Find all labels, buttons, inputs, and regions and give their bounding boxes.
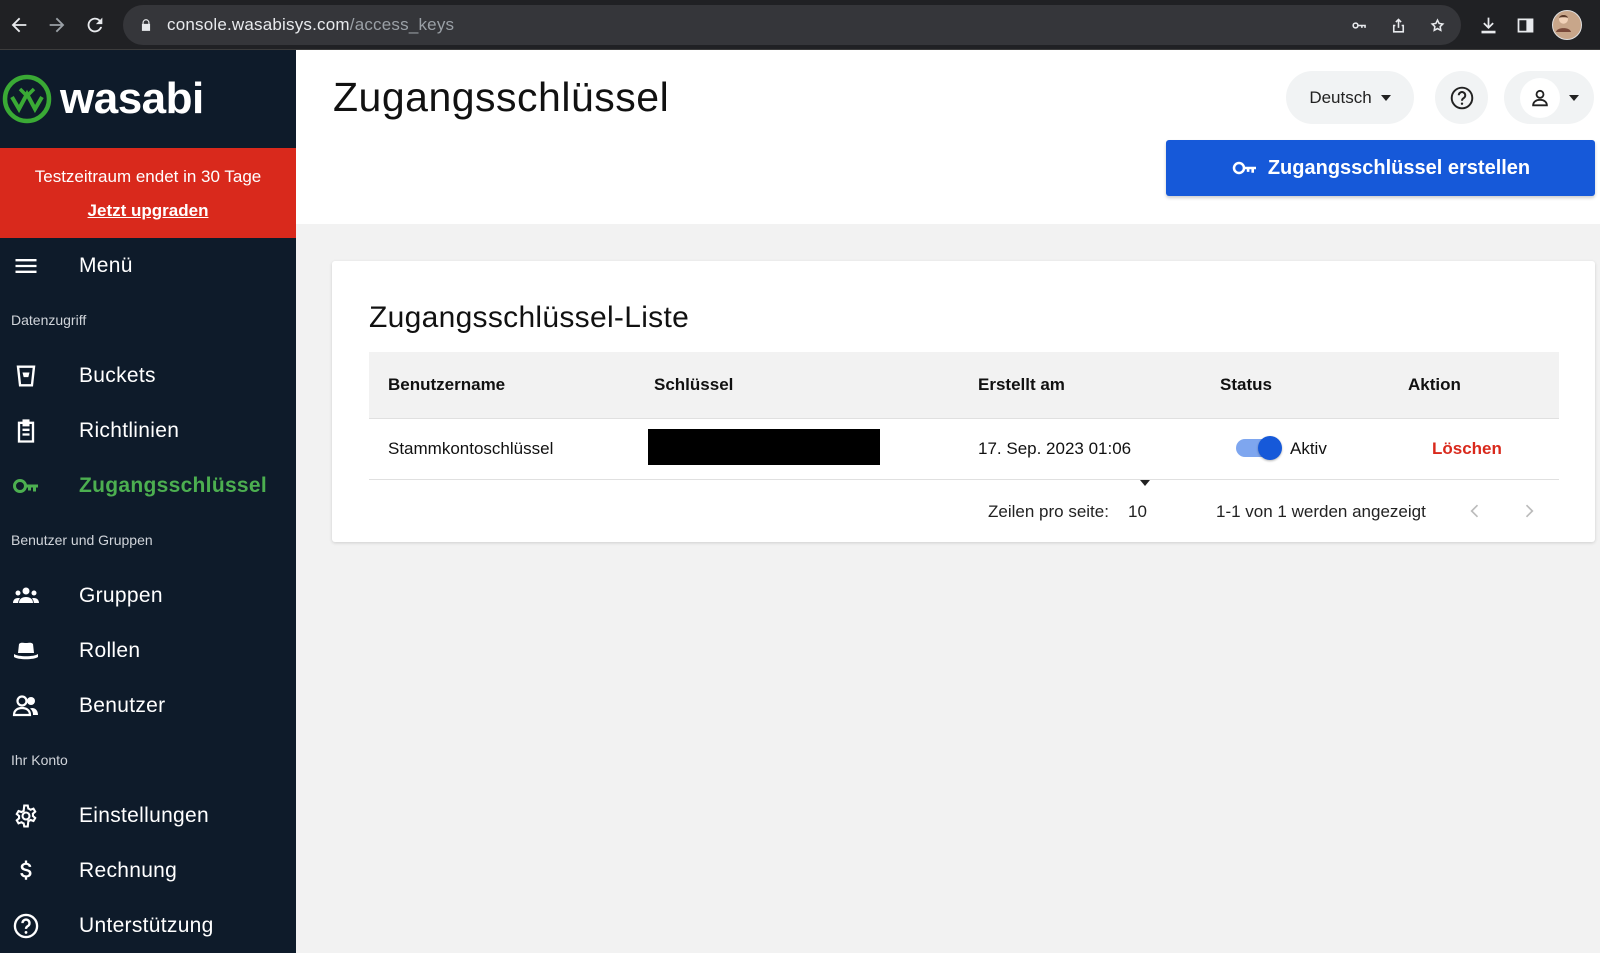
table-row: Stammkontoschlüssel 17. Sep. 2023 01:06 … — [369, 419, 1559, 480]
trial-banner: Testzeitraum endet in 30 Tage Jetzt upgr… — [0, 148, 296, 238]
column-header-key[interactable]: Schlüssel — [654, 352, 733, 418]
bucket-icon — [11, 361, 41, 391]
url-text: console.wasabisys.com/access_keys — [167, 15, 455, 34]
sidebar-item-access-keys[interactable]: Zugangsschlüssel — [0, 458, 296, 513]
section-label-account: Ihr Konto — [11, 752, 68, 768]
lock-icon — [139, 18, 157, 32]
language-select[interactable]: Deutsch — [1286, 71, 1414, 124]
cell-created: 17. Sep. 2023 01:06 — [978, 439, 1132, 458]
pagination: Zeilen pro seite: 10 1-1 von 1 werden an… — [369, 480, 1559, 543]
access-key-list-card: Zugangsschlüssel-Liste Benutzername Schl… — [332, 261, 1595, 542]
download-icon[interactable] — [1478, 15, 1499, 36]
create-access-key-button[interactable]: Zugangsschlüssel erstellen — [1166, 140, 1595, 196]
groups-icon — [11, 581, 41, 611]
status-toggle[interactable] — [1236, 436, 1282, 460]
wasabi-logo[interactable]: wasabi — [0, 50, 296, 148]
upgrade-link[interactable]: Jetzt upgraden — [88, 201, 209, 221]
section-label-data-access: Datenzugriff — [11, 312, 87, 328]
access-key-table: Benutzername Schlüssel Erstellt am Statu… — [369, 352, 1559, 543]
dollar-icon — [11, 856, 41, 886]
hat-icon — [11, 636, 41, 666]
caret-down-icon — [1568, 94, 1579, 101]
cell-username: Stammkontoschlüssel — [388, 439, 554, 458]
arrow-right-icon — [49, 17, 65, 32]
cell-status: Aktiv — [1290, 439, 1327, 458]
menu-toggle[interactable]: Menü — [0, 238, 296, 293]
help-icon — [11, 911, 41, 941]
users-icon — [11, 691, 41, 721]
gear-icon — [11, 801, 41, 831]
key-icon — [1232, 161, 1256, 175]
address-bar[interactable]: console.wasabisys.com/access_keys — [123, 5, 1461, 45]
delete-link[interactable]: Löschen — [1432, 419, 1502, 479]
password-key-icon[interactable] — [1350, 16, 1369, 35]
reload-button[interactable] — [76, 6, 114, 44]
page-header: Zugangsschlüssel Deutsch Zugangsschlüsse… — [296, 50, 1600, 224]
help-circle-icon — [1450, 86, 1473, 109]
hamburger-icon — [11, 251, 41, 281]
forward-button[interactable] — [38, 6, 76, 44]
sidebar: wasabi Testzeitraum endet in 30 Tage Jet… — [0, 50, 296, 953]
sidebar-item-users[interactable]: Benutzer — [0, 678, 296, 733]
wasabi-wordmark: wasabi — [60, 74, 204, 123]
reload-icon — [87, 17, 103, 32]
chevron-right-icon[interactable] — [1519, 501, 1539, 521]
caret-down-icon — [1380, 94, 1391, 101]
sidebar-item-groups[interactable]: Gruppen — [0, 568, 296, 623]
sidebar-item-billing[interactable]: Rechnung — [0, 843, 296, 898]
sidebar-panel-icon[interactable] — [1515, 15, 1536, 36]
sidebar-item-policies[interactable]: Richtlinien — [0, 403, 296, 458]
table-header: Benutzername Schlüssel Erstellt am Statu… — [369, 352, 1559, 419]
caret-down-icon — [1140, 480, 1150, 486]
column-header-created[interactable]: Erstellt am — [978, 352, 1065, 418]
column-header-username[interactable]: Benutzername — [388, 352, 505, 418]
arrow-left-icon — [11, 17, 27, 32]
share-icon[interactable] — [1389, 16, 1408, 35]
trial-text: Testzeitraum endet in 30 Tage — [34, 167, 262, 186]
cell-key-redacted — [648, 429, 880, 465]
wasabi-logo-icon — [2, 74, 52, 124]
user-icon — [1531, 89, 1548, 106]
help-button[interactable] — [1435, 71, 1488, 124]
profile-avatar[interactable] — [1552, 10, 1582, 40]
sidebar-item-settings[interactable]: Einstellungen — [0, 788, 296, 843]
sidebar-item-buckets[interactable]: Buckets — [0, 348, 296, 403]
clipboard-icon — [11, 416, 41, 446]
sidebar-item-roles[interactable]: Rollen — [0, 623, 296, 678]
star-icon[interactable] — [1428, 16, 1447, 35]
column-header-status[interactable]: Status — [1220, 352, 1272, 418]
rows-per-page-label: Zeilen pro seite: — [988, 502, 1109, 521]
browser-chrome: console.wasabisys.com/access_keys — [0, 0, 1600, 50]
column-header-action: Aktion — [1408, 375, 1461, 394]
card-title: Zugangsschlüssel-Liste — [369, 301, 690, 334]
user-menu-button[interactable] — [1504, 71, 1594, 124]
toggle-knob — [1258, 436, 1282, 460]
section-label-users-groups: Benutzer und Gruppen — [11, 532, 153, 548]
back-button[interactable] — [0, 6, 38, 44]
key-icon — [11, 471, 41, 501]
page-title: Zugangsschlüssel — [333, 74, 670, 120]
chevron-left-icon[interactable] — [1465, 501, 1485, 521]
sidebar-item-support[interactable]: Unterstützung — [0, 898, 296, 953]
pagination-range: 1-1 von 1 werden angezeigt — [1216, 502, 1426, 521]
